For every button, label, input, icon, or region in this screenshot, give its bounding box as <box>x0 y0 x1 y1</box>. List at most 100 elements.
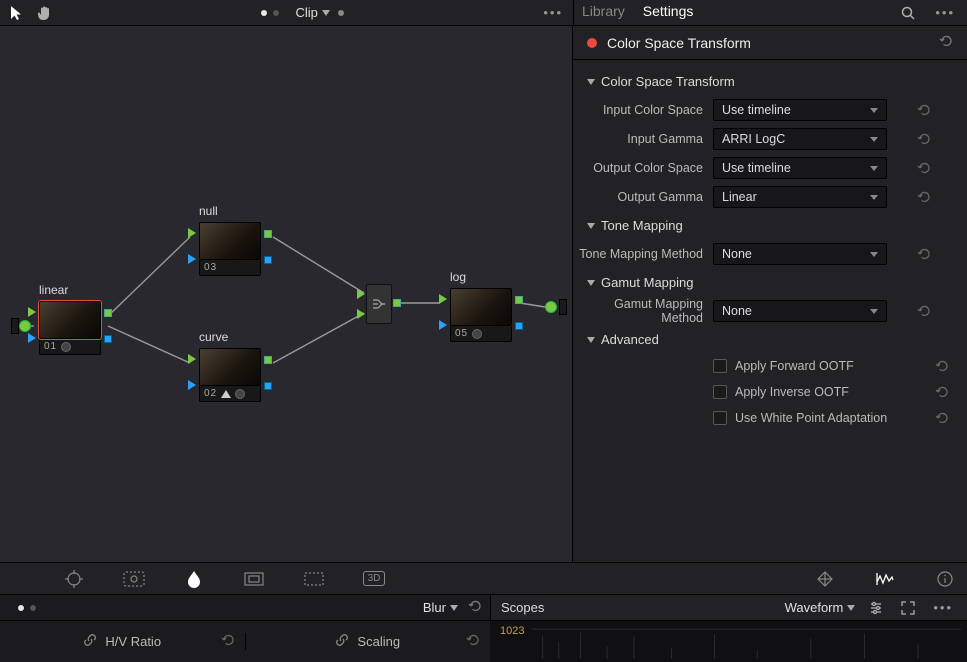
port-in-rgb[interactable] <box>188 228 196 238</box>
port-in-rgb[interactable] <box>188 354 196 364</box>
sliders-icon[interactable] <box>865 597 887 619</box>
node-thumbnail <box>450 288 512 326</box>
reset-output-gamma[interactable] <box>887 190 937 204</box>
node-linear[interactable]: linear 01 <box>39 301 101 355</box>
section-cst[interactable]: Color Space Transform <box>573 68 955 95</box>
port-out-alpha[interactable] <box>264 382 272 390</box>
port-in-b[interactable] <box>357 309 365 319</box>
graph-output-port[interactable] <box>545 301 557 313</box>
section-advanced[interactable]: Advanced <box>573 326 955 353</box>
link-icon[interactable] <box>83 633 97 650</box>
link-icon[interactable] <box>335 633 349 650</box>
port-in-alpha[interactable] <box>188 254 196 264</box>
scopes-label: Scopes <box>501 600 775 615</box>
select-output-gamma[interactable]: Linear <box>713 186 887 208</box>
node-footer: 05 <box>450 326 512 342</box>
node-footer: 03 <box>199 260 261 276</box>
waveform-scope[interactable]: 1023 <box>490 621 967 662</box>
graph-input-port[interactable] <box>19 320 31 332</box>
reset-blur[interactable] <box>468 599 482 616</box>
node-thumbnail <box>199 348 261 386</box>
port-in-alpha[interactable] <box>439 320 447 330</box>
node-log[interactable]: log 05 <box>450 288 512 342</box>
expand-icon[interactable] <box>897 597 919 619</box>
tool-diamond-icon[interactable] <box>811 567 839 591</box>
tab-library[interactable]: Library <box>582 3 625 23</box>
reset-output-cs[interactable] <box>887 161 937 175</box>
tool-droplet-icon[interactable] <box>180 567 208 591</box>
reset-forward-ootf[interactable] <box>905 359 955 373</box>
chevron-down-icon <box>870 166 878 171</box>
tab-settings[interactable]: Settings <box>643 3 694 29</box>
tool-rect-icon[interactable] <box>240 567 268 591</box>
graph-options-menu[interactable]: ••• <box>539 5 567 20</box>
port-in-a[interactable] <box>357 289 365 299</box>
port-out-rgb[interactable] <box>104 309 112 317</box>
reset-scaling[interactable] <box>466 633 480 650</box>
select-output-cs[interactable]: Use timeline <box>713 157 887 179</box>
chevron-down-icon <box>450 605 458 611</box>
panel-options-menu[interactable]: ••• <box>931 5 959 20</box>
reset-gm-method[interactable] <box>887 304 937 318</box>
reset-inverse-ootf[interactable] <box>905 385 955 399</box>
port-out-alpha[interactable] <box>515 322 523 330</box>
tool-crosshair-icon[interactable] <box>60 567 88 591</box>
active-effect-dot-icon[interactable] <box>587 38 597 48</box>
node-label: linear <box>39 283 68 297</box>
section-tone[interactable]: Tone Mapping <box>573 212 955 239</box>
section-gamut[interactable]: Gamut Mapping <box>573 269 955 296</box>
page-dots[interactable] <box>261 10 279 16</box>
chevron-down-icon <box>870 137 878 142</box>
select-input-gamma[interactable]: ARRI LogC <box>713 128 887 150</box>
blur-dropdown[interactable]: Blur <box>423 600 458 615</box>
reset-tm-method[interactable] <box>887 247 937 261</box>
tool-waveform-icon[interactable] <box>871 567 899 591</box>
port-in-rgb[interactable] <box>28 307 36 317</box>
label-output-gamma: Output Gamma <box>573 190 713 204</box>
reset-input-cs[interactable] <box>887 103 937 117</box>
label-wpa: Use White Point Adaptation <box>735 411 905 425</box>
graph-input-bar <box>11 318 19 334</box>
tool-3d-icon[interactable]: 3D <box>360 567 388 591</box>
reset-hv-ratio[interactable] <box>221 633 235 650</box>
port-in-rgb[interactable] <box>439 294 447 304</box>
node-null[interactable]: null 03 <box>199 222 261 276</box>
tool-info-icon[interactable] <box>931 567 959 591</box>
tool-face-icon[interactable] <box>120 567 148 591</box>
port-out[interactable] <box>393 299 401 307</box>
clip-dropdown[interactable]: Clip <box>295 5 343 20</box>
node-thumbnail <box>199 222 261 260</box>
checkbox-inverse-ootf[interactable] <box>713 385 727 399</box>
tool-dashed-rect-icon[interactable] <box>300 567 328 591</box>
node-curve[interactable]: curve 02 <box>199 348 261 402</box>
select-gm-method[interactable]: None <box>713 300 887 322</box>
port-out-alpha[interactable] <box>264 256 272 264</box>
node-graph[interactable]: linear 01 null 03 <box>0 26 573 562</box>
checkbox-forward-ootf[interactable] <box>713 359 727 373</box>
waveform-dropdown[interactable]: Waveform <box>785 600 856 615</box>
port-out-rgb[interactable] <box>515 296 523 304</box>
node-footer: 01 <box>39 339 101 355</box>
node-badge-icon <box>235 389 245 399</box>
label-forward-ootf: Apply Forward OOTF <box>735 359 905 373</box>
node-merge[interactable] <box>366 284 392 324</box>
port-in-alpha[interactable] <box>188 380 196 390</box>
lower-page-dots[interactable] <box>18 605 36 611</box>
port-out-rgb[interactable] <box>264 356 272 364</box>
checkbox-wpa[interactable] <box>713 411 727 425</box>
scaling-label: Scaling <box>357 634 400 649</box>
search-icon[interactable] <box>897 2 919 24</box>
port-out-rgb[interactable] <box>264 230 272 238</box>
select-input-cs[interactable]: Use timeline <box>713 99 887 121</box>
chevron-down-icon <box>587 280 595 286</box>
reset-input-gamma[interactable] <box>887 132 937 146</box>
cursor-tool-icon[interactable] <box>6 2 28 24</box>
port-out-alpha[interactable] <box>104 335 112 343</box>
scopes-options-menu[interactable]: ••• <box>929 600 957 615</box>
reset-wpa[interactable] <box>905 411 955 425</box>
hand-tool-icon[interactable] <box>34 2 56 24</box>
port-in-alpha[interactable] <box>28 333 36 343</box>
node-footer: 02 <box>199 386 261 402</box>
select-tm-method[interactable]: None <box>713 243 887 265</box>
reset-all-button[interactable] <box>939 34 953 51</box>
